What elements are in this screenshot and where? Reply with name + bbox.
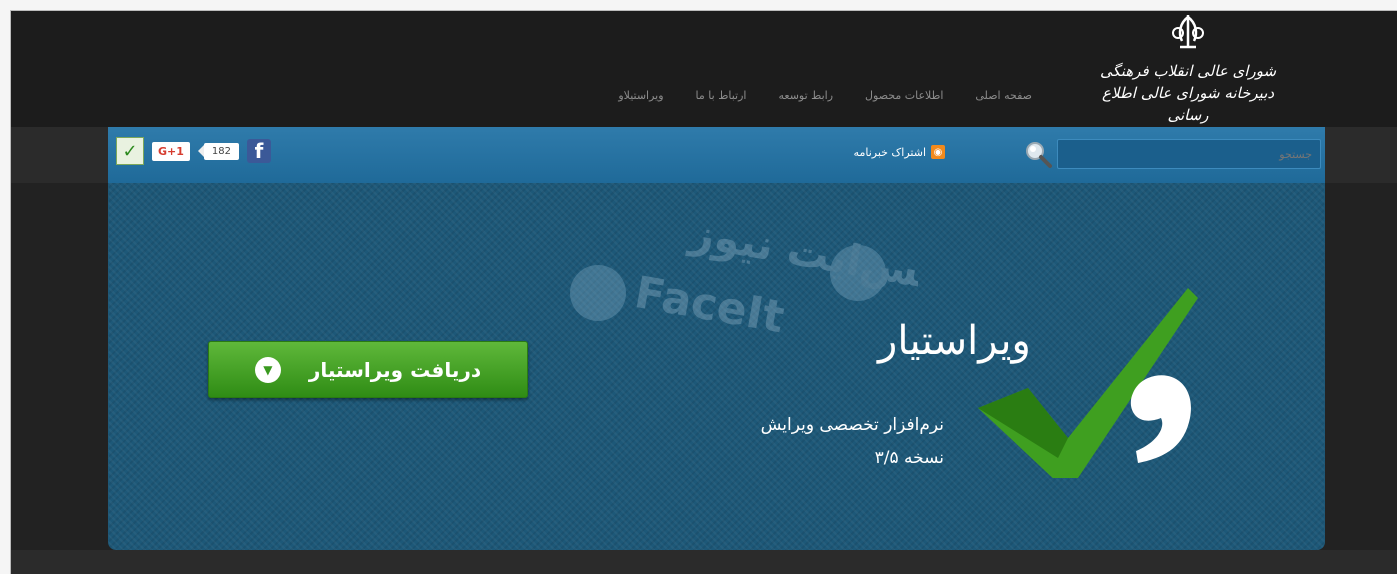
nav-blog[interactable]: ویراستیلاو (602, 89, 679, 102)
facebook-count-wrap: 182 (197, 142, 239, 160)
logo-line-2: دبیرخانه شورای عالی اطلاع رسانی (1101, 84, 1275, 124)
nav-product-info[interactable]: اطلاعات محصول (849, 89, 959, 102)
nav-developer-api[interactable]: رابط توسعه (762, 89, 849, 102)
spellcheck-icon[interactable]: ✓ (116, 137, 144, 165)
nav-contact[interactable]: ارتباط با ما (680, 89, 763, 102)
hero-subtitle: نرم‌افزار تخصصی ویرایش (760, 415, 944, 435)
newsletter-label: اشتراک خبرنامه (853, 145, 926, 159)
site-logo[interactable]: شورای عالی انقلاب فرهنگی دبیرخانه شورای … (1098, 13, 1278, 124)
iran-emblem-icon (1098, 13, 1278, 60)
page-frame: شورای عالی انقلاب فرهنگی دبیرخانه شورای … (10, 10, 1397, 574)
hero-title: ویراستیار (878, 318, 1031, 364)
gplus-button[interactable]: G+1 (152, 141, 190, 161)
faceit-watermark: FaceIt فیس‌ایت نیوز FaceIt NEWS (570, 207, 918, 359)
bottom-strip (11, 550, 1397, 574)
search-icon[interactable] (1023, 139, 1053, 169)
svg-text:FaceIt: FaceIt (631, 267, 788, 343)
main-nav: صفحه اصلی اطلاعات محصول رابط توسعه ارتبا… (602, 89, 1048, 102)
hero-version: نسخه ۳/۵ (874, 448, 944, 468)
search-box (1057, 139, 1321, 169)
chevron-down-icon: ▼ (254, 356, 281, 383)
toolbar: اشتراک خبرنامه ◉ ✓ G+1 182 f (108, 127, 1325, 183)
facebook-count: 182 (203, 142, 239, 160)
download-button[interactable]: دریافت ویراستیار ▼ (208, 341, 528, 398)
checkmark-logo-icon (978, 288, 1198, 478)
logo-line-1: شورای عالی انقلاب فرهنگی (1099, 62, 1277, 80)
rss-icon: ◉ (931, 145, 945, 159)
share-bar: ✓ G+1 182 f (116, 137, 271, 165)
facebook-icon[interactable]: f (247, 139, 271, 163)
toolbar-strip: اشتراک خبرنامه ◉ ✓ G+1 182 f (11, 127, 1397, 183)
hero-banner: FaceIt فیس‌ایت نیوز FaceIt NEWS دریافت و… (108, 183, 1325, 550)
download-label: دریافت ویراستیار (308, 357, 482, 382)
search-input[interactable] (1058, 140, 1320, 168)
site-header: شورای عالی انقلاب فرهنگی دبیرخانه شورای … (11, 11, 1397, 127)
newsletter-subscribe-link[interactable]: اشتراک خبرنامه ◉ (854, 145, 945, 159)
nav-home[interactable]: صفحه اصلی (959, 89, 1048, 102)
